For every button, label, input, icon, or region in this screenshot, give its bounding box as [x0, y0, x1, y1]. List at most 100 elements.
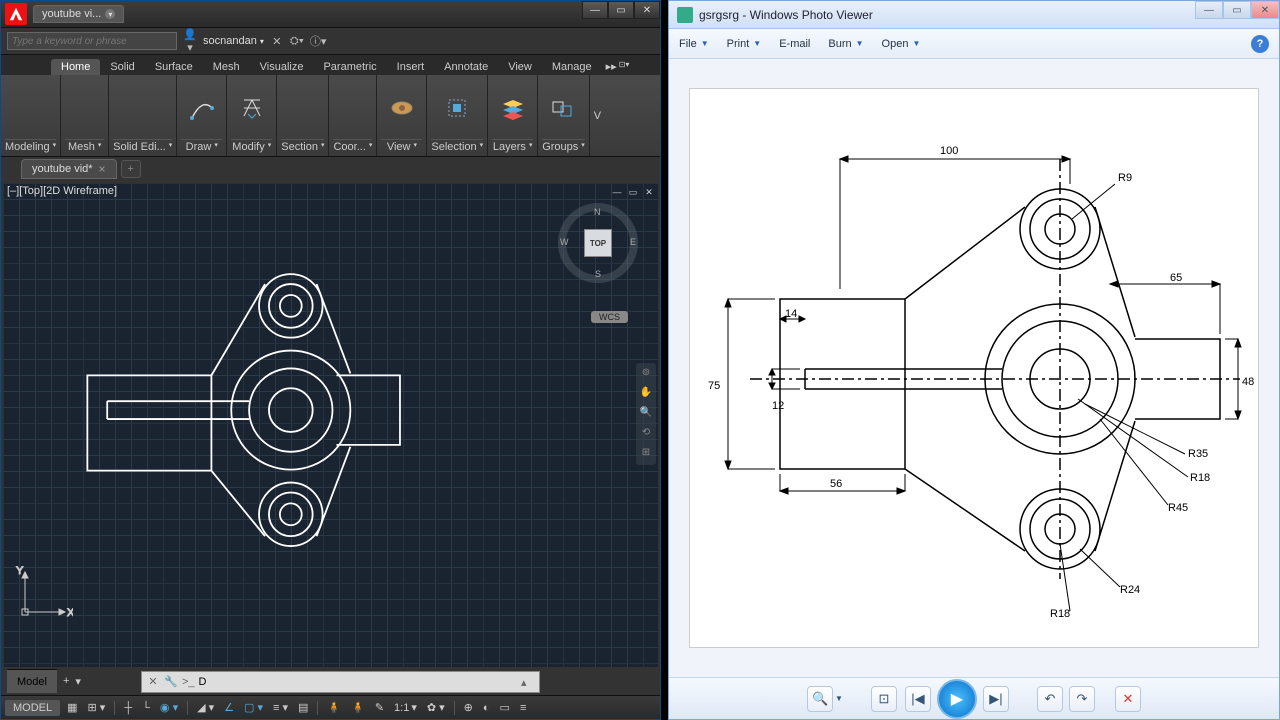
tab-parametric[interactable]: Parametric [313, 59, 386, 75]
tab-insert[interactable]: Insert [387, 59, 435, 75]
status-ortho-icon[interactable]: └ [139, 702, 153, 714]
search-input[interactable] [7, 32, 177, 50]
panel-modify[interactable]: Modify [232, 141, 264, 153]
signin-icon[interactable]: 👤▾ [183, 28, 197, 54]
status-custom-icon[interactable]: ≡ [517, 702, 529, 714]
maximize-button[interactable]: ▭ [608, 1, 634, 19]
tab-surface[interactable]: Surface [145, 59, 203, 75]
status-gear-icon[interactable]: ✿ ▾ [424, 701, 448, 714]
wcs-label[interactable]: WCS [591, 311, 628, 323]
a360-icon[interactable]: ⛭▾ [290, 35, 304, 48]
viewport-label[interactable]: [–][Top][2D Wireframe] [7, 185, 117, 197]
panel-selection[interactable]: Selection [431, 141, 476, 153]
viewcube-south[interactable]: S [595, 269, 601, 279]
nav-zoom-icon[interactable]: 🔍 [639, 407, 653, 421]
tab-solid[interactable]: Solid [100, 59, 144, 75]
menu-open[interactable]: Open▼ [882, 38, 921, 50]
new-doc-button[interactable]: + [121, 160, 141, 178]
tab-visualize[interactable]: Visualize [250, 59, 314, 75]
vp-minimize-icon[interactable]: — [610, 185, 624, 199]
menu-print[interactable]: Print▼ [727, 38, 762, 50]
minimize-button[interactable]: — [582, 1, 608, 19]
ucs-icon[interactable]: YX [13, 564, 73, 627]
panel-coord[interactable]: Coor... [333, 141, 365, 153]
help-icon[interactable]: ⓘ▾ [310, 33, 324, 49]
nav-show-icon[interactable]: ⊞ [639, 447, 653, 461]
groups-button[interactable] [547, 92, 579, 124]
qat-doc-title[interactable]: youtube vi... ▾ [33, 5, 124, 23]
status-anno-icon[interactable]: ⊕ [461, 701, 476, 714]
status-grid-icon[interactable]: ▦ [64, 701, 80, 714]
status-infer-icon[interactable]: ┼ [121, 702, 135, 714]
nav-pan-icon[interactable]: ✋ [639, 387, 653, 401]
vp-maximize-icon[interactable]: ▭ [626, 185, 640, 199]
pv-help-button[interactable]: ? [1251, 35, 1269, 53]
viewcube-east[interactable]: E [630, 237, 636, 247]
panel-mesh[interactable]: Mesh [68, 141, 95, 153]
status-scale[interactable]: 1:1 ▾ [391, 701, 420, 714]
nav-orbit-icon[interactable]: ⟲ [639, 427, 653, 441]
delete-button[interactable]: ✕ [1115, 686, 1141, 712]
autocad-logo-icon[interactable] [5, 3, 27, 25]
panel-view[interactable]: View [387, 141, 411, 153]
username-label[interactable]: socnandan ▾ [203, 35, 264, 47]
layout-menu-icon[interactable]: ▾ [75, 675, 81, 688]
status-hw-icon[interactable]: ◐ [480, 702, 493, 714]
status-trans-icon[interactable]: ▤ [295, 701, 311, 714]
tab-annotate[interactable]: Annotate [434, 59, 498, 75]
status-snap-icon[interactable]: ⊞ ▾ [85, 701, 109, 714]
panel-layers[interactable]: Layers [493, 141, 526, 153]
tab-more-icon[interactable]: ▸▸ ⊡▾ [602, 58, 634, 75]
panel-groups[interactable]: Groups [542, 141, 578, 153]
panel-modeling[interactable]: Modeling [5, 141, 50, 153]
tab-view[interactable]: View [498, 59, 542, 75]
draw-line-button[interactable] [186, 92, 218, 124]
fit-button[interactable]: ⊡ [871, 686, 897, 712]
status-model[interactable]: MODEL [5, 700, 60, 716]
status-osnap-icon[interactable]: ∠ [221, 701, 237, 714]
doc-tab-close-icon[interactable]: × [99, 162, 106, 176]
qat-dropdown-icon[interactable]: ▾ [105, 9, 115, 19]
zoom-dropdown-icon[interactable]: ▼ [835, 694, 843, 703]
cmd-recent-icon[interactable]: 🔧 [164, 675, 178, 689]
viewcube-north[interactable]: N [594, 207, 601, 217]
selection-button[interactable] [441, 92, 473, 124]
panel-draw[interactable]: Draw [186, 141, 212, 153]
rotate-ccw-button[interactable]: ↶ [1037, 686, 1063, 712]
view-button[interactable] [386, 92, 418, 124]
viewcube[interactable]: TOP N S E W [558, 203, 638, 283]
layers-button[interactable] [497, 92, 529, 124]
command-line[interactable]: ✕ 🔧 >_ ▴ [141, 671, 540, 693]
panel-section[interactable]: Section [281, 141, 318, 153]
menu-email[interactable]: E-mail [779, 38, 810, 50]
status-iso-icon[interactable]: ◢ ▾ [194, 701, 217, 714]
status-cycle-icon[interactable]: 🧍 [324, 701, 344, 714]
prev-button[interactable]: |◀ [905, 686, 931, 712]
viewcube-face[interactable]: TOP [584, 229, 612, 257]
next-button[interactable]: ▶| [983, 686, 1009, 712]
pv-close-button[interactable]: ✕ [1251, 1, 1279, 19]
zoom-out-button[interactable]: 🔍 [807, 686, 833, 712]
close-button[interactable]: ✕ [634, 1, 660, 19]
drawing-viewport[interactable]: [–][Top][2D Wireframe] — ▭ ✕ TOP N S E W… [3, 183, 658, 667]
viewcube-west[interactable]: W [560, 237, 569, 247]
tab-mesh[interactable]: Mesh [203, 59, 250, 75]
status-polar-icon[interactable]: ◉ ▾ [157, 701, 181, 714]
tab-home[interactable]: Home [51, 59, 100, 75]
nav-wheel-icon[interactable]: ⊚ [639, 367, 653, 381]
menu-file[interactable]: File▼ [679, 38, 709, 50]
pv-minimize-button[interactable]: — [1195, 1, 1223, 19]
doc-tab[interactable]: youtube vid* × [21, 159, 117, 179]
slideshow-button[interactable]: ▶ [937, 679, 977, 719]
status-3dosnap-icon[interactable]: 🧍 [348, 701, 368, 714]
tab-manage[interactable]: Manage [542, 59, 602, 75]
status-clean-icon[interactable]: ▭ [497, 701, 513, 714]
model-tab[interactable]: Model [7, 669, 57, 693]
panel-solidedit[interactable]: Solid Edi... [113, 141, 166, 153]
vp-close-icon[interactable]: ✕ [642, 185, 656, 199]
menu-burn[interactable]: Burn▼ [828, 38, 863, 50]
status-lwt-icon[interactable]: ≡ ▾ [270, 701, 291, 714]
cmd-expand-icon[interactable]: ▴ [521, 676, 535, 689]
command-input[interactable] [199, 676, 517, 688]
rotate-cw-button[interactable]: ↷ [1069, 686, 1095, 712]
